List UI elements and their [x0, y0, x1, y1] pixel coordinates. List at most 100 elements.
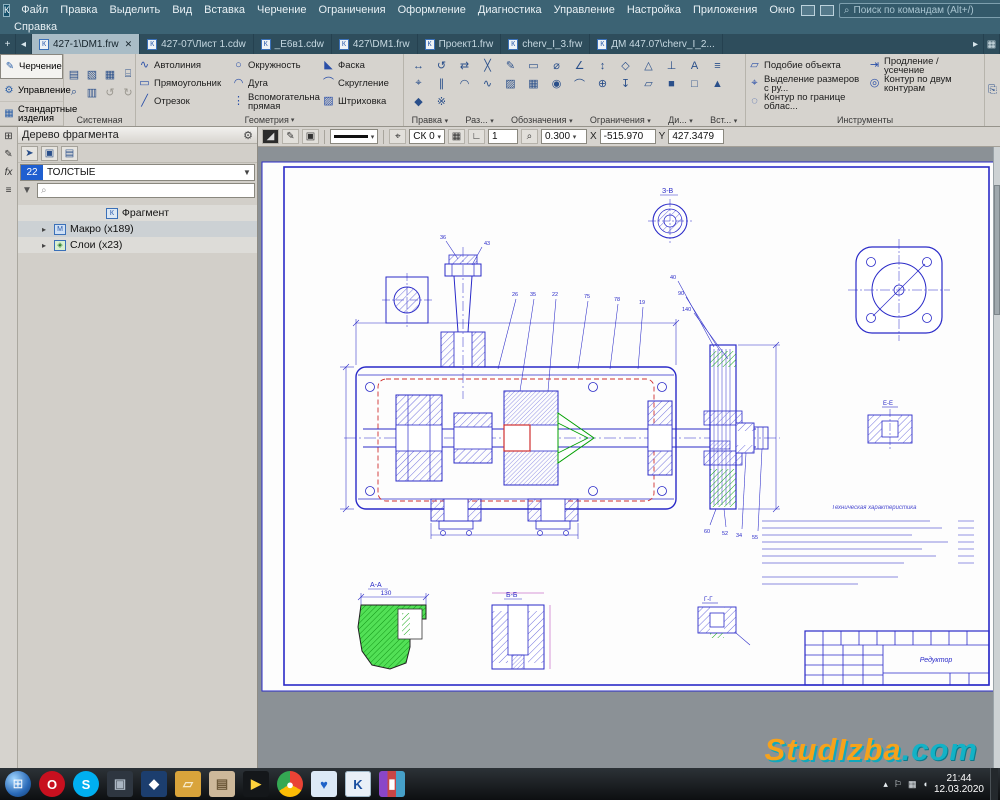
spline-icon[interactable]: ⌒: [571, 76, 588, 92]
tool-select-dimensions[interactable]: ⌖Выделение размеров с ру...: [748, 75, 866, 93]
layout-grid-icon[interactable]: [820, 5, 834, 16]
line-style-selector[interactable]: ▾: [330, 129, 378, 144]
skype-icon[interactable]: S: [73, 771, 99, 797]
dark-app-icon[interactable]: ▣: [107, 771, 133, 797]
tab-list-icon[interactable]: ▦: [984, 34, 1000, 54]
x-coordinate-input[interactable]: -515.970: [600, 129, 656, 144]
tree-panel-toggle-icon[interactable]: ⊞: [4, 131, 12, 142]
gearbox-assembly-drawing[interactable]: Редуктор: [258, 147, 1000, 768]
save-icon[interactable]: ▦: [102, 67, 118, 83]
coordinate-system-dropdown[interactable]: СК 0 ▾: [409, 129, 445, 144]
flag-icon[interactable]: ⚐: [894, 779, 902, 790]
expand-arrow-icon[interactable]: ▸: [42, 225, 50, 234]
tool-circle[interactable]: ○Окружность: [232, 57, 320, 75]
panel-select-icon[interactable]: ➤: [21, 146, 38, 161]
filter-icon[interactable]: ▼: [20, 185, 34, 196]
hatch-area-icon[interactable]: ▨: [502, 76, 519, 92]
arrow-down-icon[interactable]: ↧: [617, 76, 634, 92]
menu-item-draw[interactable]: Черчение: [251, 1, 313, 19]
tool-contour-by-area[interactable]: ◌Контур по границе облас...: [748, 93, 866, 111]
app-icon[interactable]: К: [3, 4, 10, 17]
expand-arrow-icon[interactable]: ▸: [42, 241, 50, 250]
volume-icon[interactable]: ◖: [923, 779, 928, 789]
chrome-icon[interactable]: ●: [277, 771, 303, 797]
tool-extend-trim[interactable]: ⇥Продление / усечение: [868, 57, 980, 75]
zoom-icon[interactable]: ⌕: [521, 129, 538, 144]
tool-arc[interactable]: ◠Дуга: [232, 75, 320, 93]
spec-icon[interactable]: ▥: [84, 85, 100, 101]
mode-standard-parts-button[interactable]: ▦Стандартные изделия: [0, 102, 63, 126]
draw-panel-icon[interactable]: ✎: [4, 149, 12, 160]
mode-drawing-button[interactable]: ✎Черчение: [0, 54, 63, 79]
group-label-insert[interactable]: Вст... ▾: [710, 115, 737, 125]
datum-icon[interactable]: ⊥: [663, 58, 680, 74]
tree-search-input[interactable]: ⌕: [37, 183, 255, 198]
panel-image2-icon[interactable]: ▤: [61, 146, 78, 161]
print-icon[interactable]: ⌸: [120, 67, 136, 83]
solid-icon[interactable]: ■: [663, 76, 680, 92]
diameter-dim-icon[interactable]: ⌀: [548, 58, 565, 74]
document-tab[interactable]: К 427\DM1.frw: [332, 34, 418, 54]
menu-item-insert[interactable]: Вставка: [198, 1, 251, 19]
tree-item-macro[interactable]: ▸ М Макро (x189): [18, 221, 257, 237]
document-tab[interactable]: К Проект1.frw: [418, 34, 502, 54]
redo-icon[interactable]: ↻: [120, 85, 136, 101]
flange-view[interactable]: [848, 239, 950, 341]
document-tab[interactable]: К 427-07\Лист 1.cdw: [140, 34, 254, 54]
clipboard-panel-button[interactable]: ⎘: [985, 54, 1000, 126]
group-label-diag[interactable]: Ди... ▾: [668, 115, 693, 125]
menu-item-view[interactable]: Вид: [166, 1, 198, 19]
tool-autoline[interactable]: ∿Автолиния: [138, 57, 230, 75]
tool-segment[interactable]: ╱Отрезок: [138, 93, 230, 111]
table-icon[interactable]: ▦: [525, 76, 542, 92]
menu-item-diagnostics[interactable]: Диагностика: [472, 1, 548, 19]
mode-management-button[interactable]: ⚙Управление: [0, 79, 63, 103]
panel-gear-icon[interactable]: ⚙: [243, 129, 253, 142]
layout-toggle-icon[interactable]: [801, 5, 815, 16]
blue-app-icon[interactable]: ◆: [141, 771, 167, 797]
tool-construction-line[interactable]: ⋮Вспомогательна... прямая: [232, 93, 320, 111]
group-label-edit[interactable]: Правка ▾: [412, 115, 448, 125]
rotate-icon[interactable]: ↺: [433, 58, 450, 74]
group-label-constraints[interactable]: Ограничения ▾: [590, 115, 651, 125]
notepad-icon[interactable]: ▤: [209, 771, 235, 797]
menu-item-window[interactable]: Окно: [763, 1, 801, 19]
menu-item-management[interactable]: Управление: [548, 1, 621, 19]
vertical-scrollbar[interactable]: [993, 147, 1000, 768]
parameters-fx-icon[interactable]: fx: [5, 167, 13, 178]
hidden-icons-chevron[interactable]: ▴: [883, 779, 888, 790]
menu-item-file[interactable]: Файл: [15, 1, 54, 19]
tool-chamfer[interactable]: ◣Фаска: [322, 57, 402, 75]
line-style-dropdown[interactable]: 22 ТОЛСТЫЕ ▼: [20, 164, 255, 181]
move-icon[interactable]: ↔: [410, 58, 427, 74]
menu-item-applications[interactable]: Приложения: [687, 1, 763, 19]
copy-icon[interactable]: ▭: [525, 58, 542, 74]
axis-icon[interactable]: ≡: [709, 58, 726, 74]
grid-icon[interactable]: ▦: [448, 129, 465, 144]
center-icon[interactable]: ⌖: [410, 76, 427, 92]
tool-hatch[interactable]: ▨Штриховка: [322, 93, 402, 111]
point-icon[interactable]: ◉: [548, 76, 565, 92]
image-style-icon[interactable]: ▣: [302, 129, 319, 144]
fix-icon[interactable]: ⊕: [594, 76, 611, 92]
drawing-canvas[interactable]: ◢ ✎ ▣ ▾ ⌖ СК 0 ▾ ▦ ∟ 1 ⌕ 0.300 ▾ X -515.…: [258, 127, 1000, 768]
angle-dim-icon[interactable]: ∠: [571, 58, 588, 74]
document-tab[interactable]: К cherv_I_3.frw: [501, 34, 590, 54]
tool-similar-object[interactable]: ▱Подобие объекта: [748, 57, 866, 75]
opera-icon[interactable]: O: [39, 771, 65, 797]
tangent-icon[interactable]: ◠: [456, 76, 473, 92]
start-button[interactable]: ⊞: [5, 771, 31, 797]
ortho-icon[interactable]: ∟: [468, 129, 485, 144]
close-tab-icon[interactable]: ✕: [125, 39, 133, 50]
open-folder-icon[interactable]: ▧: [84, 67, 100, 83]
tab-scroll-right-icon[interactable]: ▸: [968, 34, 984, 54]
y-coordinate-input[interactable]: 427.3479: [668, 129, 724, 144]
menu-item-constraints[interactable]: Ограничения: [313, 1, 392, 19]
scale-input[interactable]: 1: [488, 129, 518, 144]
undo-icon[interactable]: ↺: [102, 85, 118, 101]
layers-panel-icon[interactable]: ≡: [6, 185, 12, 196]
parallel-icon[interactable]: ∥: [433, 76, 450, 92]
menu-item-select[interactable]: Выделить: [103, 1, 166, 19]
kompas-icon[interactable]: K: [345, 771, 371, 797]
folder-icon[interactable]: ▱: [175, 771, 201, 797]
